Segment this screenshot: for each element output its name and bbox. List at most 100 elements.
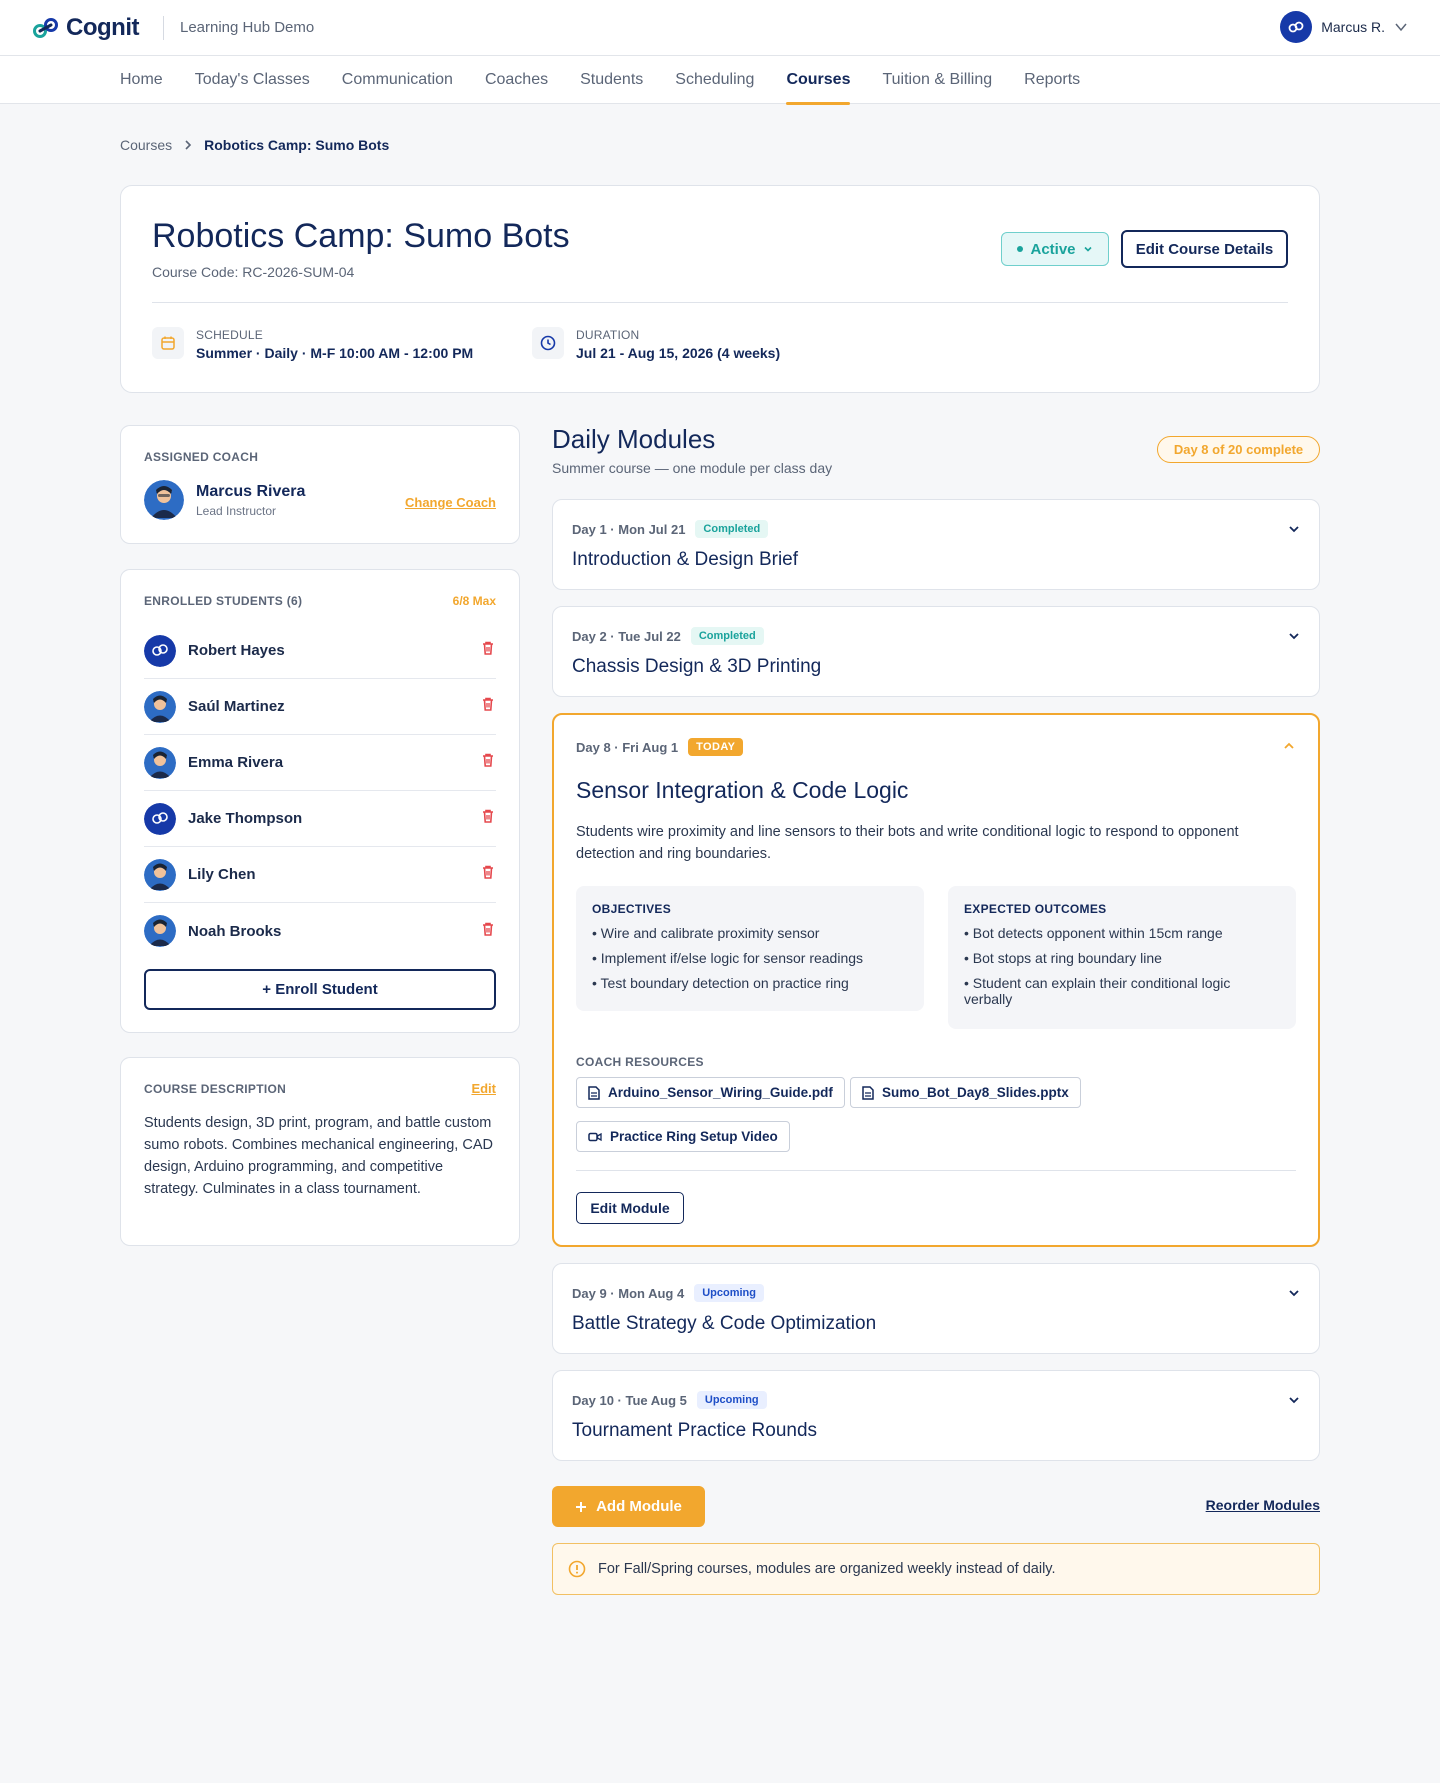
student-avatar [144, 802, 176, 835]
student-avatar [144, 634, 176, 667]
module-date: Day 8 · Fri Aug 1 [576, 739, 679, 755]
coach-name: Marcus Rivera [196, 482, 306, 500]
document-icon [588, 1085, 600, 1100]
assigned-coach-label: ASSIGNED COACH [144, 450, 259, 464]
info-alert-icon [568, 1560, 586, 1578]
duration-value: Jul 21 - Aug 15, 2026 (4 weeks) [576, 345, 781, 361]
reorder-modules-link[interactable]: Reorder Modules [1206, 1497, 1320, 1513]
student-name: Lily Chen [188, 866, 256, 883]
info-banner: For Fall/Spring courses, modules are org… [552, 1543, 1320, 1595]
course-description-panel: COURSE DESCRIPTION Edit Students design,… [120, 1057, 520, 1246]
module-card[interactable]: Day 9 · Mon Aug 4 Upcoming Battle Strate… [552, 1263, 1320, 1354]
clock-icon [532, 327, 564, 359]
module-meta: Day 1 · Mon Jul 21 Completed [572, 520, 769, 538]
trash-icon[interactable] [480, 640, 496, 661]
duration-meta: DURATION Jul 21 - Aug 15, 2026 (4 weeks) [532, 327, 780, 361]
student-name: Emma Rivera [188, 754, 284, 771]
module-date: Day 2 · Tue Jul 22 [572, 628, 681, 644]
chevron-down-icon[interactable] [1287, 1286, 1301, 1300]
chevron-down-icon[interactable] [1287, 522, 1301, 536]
hub-label: Learning Hub Demo [179, 19, 315, 36]
module-meta: Day 8 · Fri Aug 1 TODAY [576, 738, 744, 756]
header-divider [162, 15, 164, 40]
student-name: Jake Thompson [188, 810, 303, 827]
resource-chip-pdf[interactable]: Arduino_Sensor_Wiring_Guide.pdf [576, 1077, 845, 1108]
course-title: Robotics Camp: Sumo Bots [152, 217, 570, 255]
resource-name: Practice Ring Setup Video [610, 1129, 778, 1144]
completed-badge: Completed [695, 520, 769, 538]
top-header: Cognit Learning Hub Demo Marcus R. [0, 0, 1440, 56]
module-title: Battle Strategy & Code Optimization [572, 1313, 877, 1334]
today-badge: TODAY [688, 738, 744, 756]
student-avatar [144, 690, 176, 723]
add-module-button[interactable]: Add Module [552, 1486, 705, 1527]
nav-home[interactable]: Home [120, 56, 179, 104]
modules-title: Daily Modules [552, 424, 716, 454]
status-dropdown[interactable]: Active [1001, 232, 1109, 266]
expected-outcomes-label: EXPECTED OUTCOMES [964, 902, 1107, 916]
trash-icon[interactable] [480, 752, 496, 773]
nav-tuition-billing[interactable]: Tuition & Billing [866, 56, 1008, 104]
module-card-expanded: Day 8 · Fri Aug 1 TODAY Sensor Integrati… [552, 713, 1320, 1247]
brand-name: Cognit [66, 13, 139, 41]
enrolled-students-label: ENROLLED STUDENTS (6) [144, 594, 303, 608]
trash-icon[interactable] [480, 864, 496, 885]
chevron-down-icon[interactable] [1287, 629, 1301, 643]
student-row: Noah Brooks [144, 903, 496, 959]
objectives-label: OBJECTIVES [592, 902, 672, 916]
resource-chip-slides[interactable]: Sumo_Bot_Day8_Slides.pptx [850, 1077, 1081, 1108]
upcoming-badge: Upcoming [694, 1284, 764, 1302]
module-card[interactable]: Day 2 · Tue Jul 22 Completed Chassis Des… [552, 606, 1320, 697]
module-card[interactable]: Day 10 · Tue Aug 5 Upcoming Tournament P… [552, 1370, 1320, 1461]
objectives-box: OBJECTIVES • Wire and calibrate proximit… [576, 886, 924, 1011]
user-menu[interactable]: Marcus R. [1280, 11, 1408, 43]
course-header-card: Robotics Camp: Sumo Bots Course Code: RC… [120, 185, 1320, 393]
coach-avatar [144, 480, 184, 520]
change-coach-link[interactable]: Change Coach [405, 495, 496, 510]
course-description-text: Students design, 3D print, program, and … [144, 1115, 493, 1197]
enroll-student-button[interactable]: + Enroll Student [144, 969, 496, 1010]
module-title: Introduction & Design Brief [572, 549, 799, 570]
resource-chip-video[interactable]: Practice Ring Setup Video [576, 1121, 790, 1152]
module-description: Students wire proximity and line sensors… [576, 824, 1239, 862]
nav-reports[interactable]: Reports [1008, 56, 1096, 104]
module-meta: Day 9 · Mon Aug 4 Upcoming [572, 1284, 764, 1302]
outcome-item: • Bot stops at ring boundary line [964, 950, 1162, 966]
edit-module-button[interactable]: Edit Module [576, 1192, 684, 1224]
cognit-logo[interactable]: Cognit [32, 14, 139, 42]
duration-label: DURATION [576, 328, 640, 342]
nav-communication[interactable]: Communication [326, 56, 469, 104]
module-card[interactable]: Day 1 · Mon Jul 21 Completed Introductio… [552, 499, 1320, 590]
module-date: Day 1 · Mon Jul 21 [572, 521, 686, 537]
nav-courses[interactable]: Courses [770, 56, 866, 105]
breadcrumb-courses[interactable]: Courses [120, 137, 172, 153]
student-avatar [144, 746, 176, 779]
resource-name: Sumo_Bot_Day8_Slides.pptx [882, 1085, 1069, 1100]
trash-icon[interactable] [480, 921, 496, 942]
student-name: Robert Hayes [188, 642, 285, 659]
progress-pill: Day 8 of 20 complete [1157, 436, 1320, 463]
nav-coaches[interactable]: Coaches [469, 56, 564, 104]
trash-icon[interactable] [480, 696, 496, 717]
objective-item: • Wire and calibrate proximity sensor [592, 925, 820, 941]
student-row: Saúl Martinez [144, 679, 496, 735]
module-meta: Day 2 · Tue Jul 22 Completed [572, 627, 764, 645]
objective-item: • Implement if/else logic for sensor rea… [592, 950, 864, 966]
nav-students[interactable]: Students [564, 56, 659, 104]
edit-course-details-button[interactable]: Edit Course Details [1121, 230, 1288, 268]
cognit-logo-icon [33, 17, 58, 38]
module-title: Chassis Design & 3D Printing [572, 656, 822, 677]
capacity-badge: 6/8 Max [452, 594, 496, 608]
module-title: Sensor Integration & Code Logic [576, 777, 909, 803]
breadcrumb-current: Robotics Camp: Sumo Bots [204, 137, 390, 153]
trash-icon[interactable] [480, 808, 496, 829]
assigned-coach-panel: ASSIGNED COACH Marcus Rivera Lead Instru… [120, 425, 520, 544]
video-camera-icon [588, 1132, 602, 1141]
nav-scheduling[interactable]: Scheduling [659, 56, 770, 104]
student-row: Lily Chen [144, 847, 496, 903]
objective-item: • Test boundary detection on practice ri… [592, 975, 849, 991]
nav-todays-classes[interactable]: Today's Classes [179, 56, 326, 104]
chevron-up-icon[interactable] [1282, 739, 1296, 753]
chevron-down-icon[interactable] [1287, 1393, 1301, 1407]
edit-description-link[interactable]: Edit [471, 1081, 496, 1096]
